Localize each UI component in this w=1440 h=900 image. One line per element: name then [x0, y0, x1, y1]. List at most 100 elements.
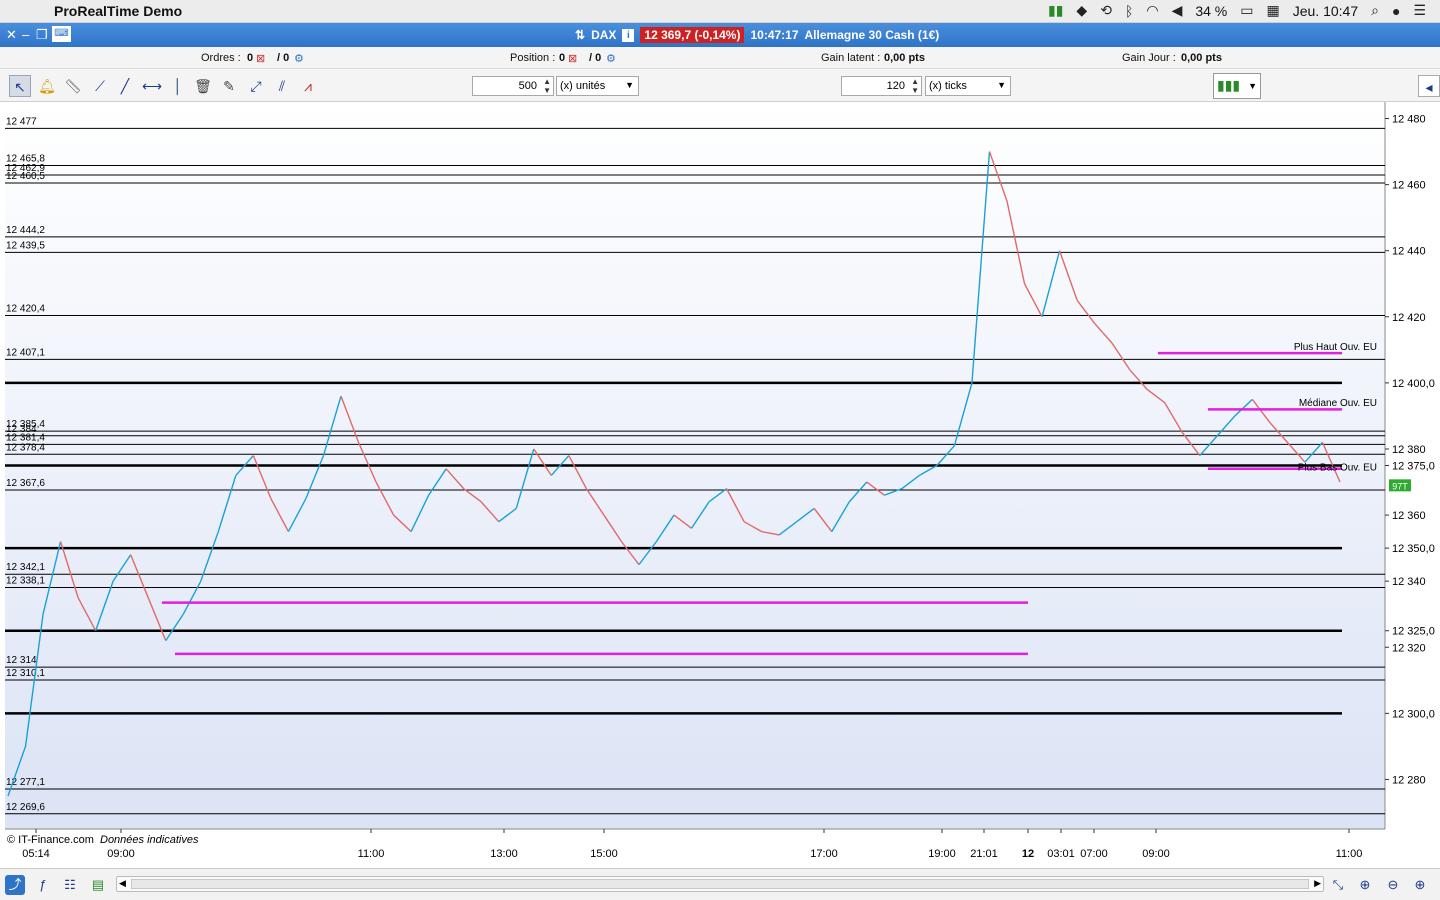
side-panel-icon[interactable]: ◂: [1418, 75, 1440, 97]
level-label: 12 477: [6, 116, 37, 127]
scroll-right-icon[interactable]: ▶: [1314, 878, 1321, 889]
share-icon[interactable]: ⤴: [5, 875, 25, 895]
level-label: 12 338,1: [6, 575, 45, 586]
volume-badge-label: 97T: [1392, 481, 1408, 491]
menu-list-icon[interactable]: ☰: [1413, 2, 1426, 19]
level-label: 12 269,6: [6, 802, 45, 813]
y-tick-label: 12 400,0: [1392, 378, 1435, 390]
x-tick-label: 15:00: [590, 848, 618, 860]
credit-label: © IT-Finance.com: [7, 834, 94, 846]
y-tick-label: 12 420: [1392, 312, 1426, 324]
y-tick-label: 12 325,0: [1392, 626, 1435, 638]
restore-icon[interactable]: ❐: [36, 27, 48, 43]
keyboard-icon[interactable]: ⌨: [52, 26, 71, 42]
x-tick-label: 09:00: [1142, 848, 1170, 860]
gain-jour-value: 0,00 pts: [1181, 52, 1222, 64]
close-position-icon[interactable]: ⊠: [568, 52, 577, 65]
ruler-icon[interactable]: 📏︎: [62, 75, 84, 97]
ticks-stepper[interactable]: 120 ▲ ▼: [841, 76, 922, 96]
x-tick-label: 11:00: [358, 848, 385, 860]
siri-icon[interactable]: ●: [1392, 3, 1400, 19]
wifi-icon[interactable]: ◠: [1146, 2, 1158, 19]
fibonacci-icon[interactable]: ⩘: [297, 75, 319, 97]
gain-latent-value: 0,00 pts: [884, 52, 925, 64]
y-tick-label: 12 280: [1392, 774, 1426, 786]
x-tick-label: 12: [1022, 848, 1034, 860]
position-value: 0: [559, 52, 566, 64]
symbol[interactable]: DAX: [591, 28, 616, 42]
instrument-switch-icon[interactable]: ⇅: [575, 28, 585, 42]
candlestick-icon[interactable]: ▮▮: [1048, 2, 1063, 19]
trendline-icon[interactable]: ╱: [114, 75, 136, 97]
channel-icon[interactable]: ⫽: [271, 75, 293, 97]
delete-icon[interactable]: 🗑︎: [192, 75, 214, 97]
credit-note: Données indicatives: [100, 834, 199, 846]
time-machine-icon[interactable]: ⟲: [1100, 2, 1112, 19]
level-label: 12 367,6: [6, 478, 45, 489]
chart-bottombar: ⤴ ƒ ☷ ▤ ◀ ▶ ⤡ ⊕ ⊖ ⊕: [0, 868, 1440, 900]
ticks-unit: (x) ticks: [929, 80, 967, 92]
chart-svg[interactable]: 12 47712 465,812 462,912 460,512 444,212…: [0, 102, 1440, 868]
x-tick-label: 11:00: [1336, 848, 1363, 860]
zoom-fit-icon[interactable]: ⤢: [245, 75, 267, 97]
zoom-in-icon[interactable]: ⊕: [1410, 875, 1430, 895]
cursor-icon[interactable]: ↖: [9, 75, 31, 97]
close-icon[interactable]: ✕: [6, 27, 17, 43]
orders-value: 0: [247, 52, 254, 64]
info-icon[interactable]: i: [622, 28, 635, 42]
bluetooth-icon[interactable]: ᛒ: [1125, 3, 1133, 19]
stepper-arrows-icon[interactable]: ▲ ▼: [543, 77, 551, 95]
vertical-line-icon[interactable]: │: [167, 75, 189, 97]
x-tick-label: 13:00: [490, 848, 518, 860]
ticks-value: 120: [886, 80, 905, 92]
search-icon[interactable]: ⌕: [1371, 2, 1379, 19]
y-tick-label: 12 480: [1392, 114, 1426, 126]
instrument-name: Allemagne 30 Cash (1€): [804, 28, 940, 42]
y-tick-label: 12 350,0: [1392, 543, 1435, 555]
position-pending: / 0: [589, 52, 602, 64]
quantity-stepper[interactable]: 500 ▲ ▼: [472, 76, 554, 96]
chart-type-select[interactable]: ▮▮▮ ▼: [1213, 73, 1261, 99]
scroll-thumb[interactable]: [131, 879, 1309, 889]
window-titlebar: ✕ – ❐ ⌨ ⇅ DAX i 12 369,7 (-0,14%) 10:47:…: [0, 23, 1440, 47]
quantity-unit: (x) unités: [560, 80, 606, 92]
zoom-fit-icon[interactable]: ⊕: [1355, 875, 1375, 895]
orders-settings-icon[interactable]: ⚙: [294, 52, 304, 65]
x-tick-label: 07:00: [1080, 848, 1108, 860]
autoscale-icon[interactable]: ⤡: [1328, 875, 1348, 895]
y-tick-label: 12 340: [1392, 576, 1426, 588]
quantity-unit-select[interactable]: (x) unités ▼: [556, 76, 639, 96]
x-tick-label: 03:01: [1047, 848, 1075, 860]
dropbox-icon[interactable]: ◆: [1076, 2, 1087, 19]
screener-icon[interactable]: ▤: [88, 875, 108, 895]
x-tick-label: 05:14: [22, 848, 50, 860]
tools-icon[interactable]: ✎: [218, 75, 240, 97]
level-label: 12 342,1: [6, 562, 45, 573]
app-name[interactable]: ProRealTime Demo: [54, 3, 182, 19]
zoom-out-icon[interactable]: ⊖: [1383, 875, 1403, 895]
level-label: 12 439,5: [6, 240, 45, 251]
stepper-arrows-icon[interactable]: ▲ ▼: [911, 77, 919, 95]
cancel-orders-icon[interactable]: ⊠: [256, 52, 265, 65]
battery-icon[interactable]: ▭: [1240, 2, 1253, 19]
list-icon[interactable]: ☷: [60, 875, 80, 895]
segment-icon[interactable]: ⟋: [89, 75, 111, 97]
annotation-label: Plus Haut Ouv. EU: [1294, 342, 1377, 353]
mac-menubar: ProRealTime Demo ▮▮ ◆ ⟲ ᛒ ◠ ◀ 34 % ▭ ▦ J…: [0, 0, 1440, 23]
gain-jour-label: Gain Jour :: [1122, 52, 1176, 64]
minimize-icon[interactable]: –: [22, 27, 29, 42]
ticks-unit-select[interactable]: (x) ticks ▼: [925, 76, 1011, 96]
level-label: 12 444,2: [6, 225, 45, 236]
calendar-icon[interactable]: ▦: [1267, 2, 1280, 19]
volume-icon[interactable]: ◀: [1172, 2, 1183, 19]
horizontal-scrollbar[interactable]: ◀ ▶: [116, 876, 1324, 892]
horizontal-line-icon[interactable]: ⟷: [141, 75, 163, 97]
clock[interactable]: Jeu. 10:47: [1293, 3, 1358, 19]
y-tick-label: 12 380: [1392, 444, 1426, 456]
scroll-left-icon[interactable]: ◀: [119, 878, 126, 889]
price-chart[interactable]: 12 477 12 465,8 12 462,9 12 460,5 12 444,2 12…: [0, 102, 1440, 868]
alert-bell-icon[interactable]: 🔔︎: [36, 75, 58, 97]
position-settings-icon[interactable]: ⚙: [606, 52, 616, 65]
x-tick-label: 17:00: [810, 848, 838, 860]
indicator-icon[interactable]: ƒ: [33, 875, 53, 895]
